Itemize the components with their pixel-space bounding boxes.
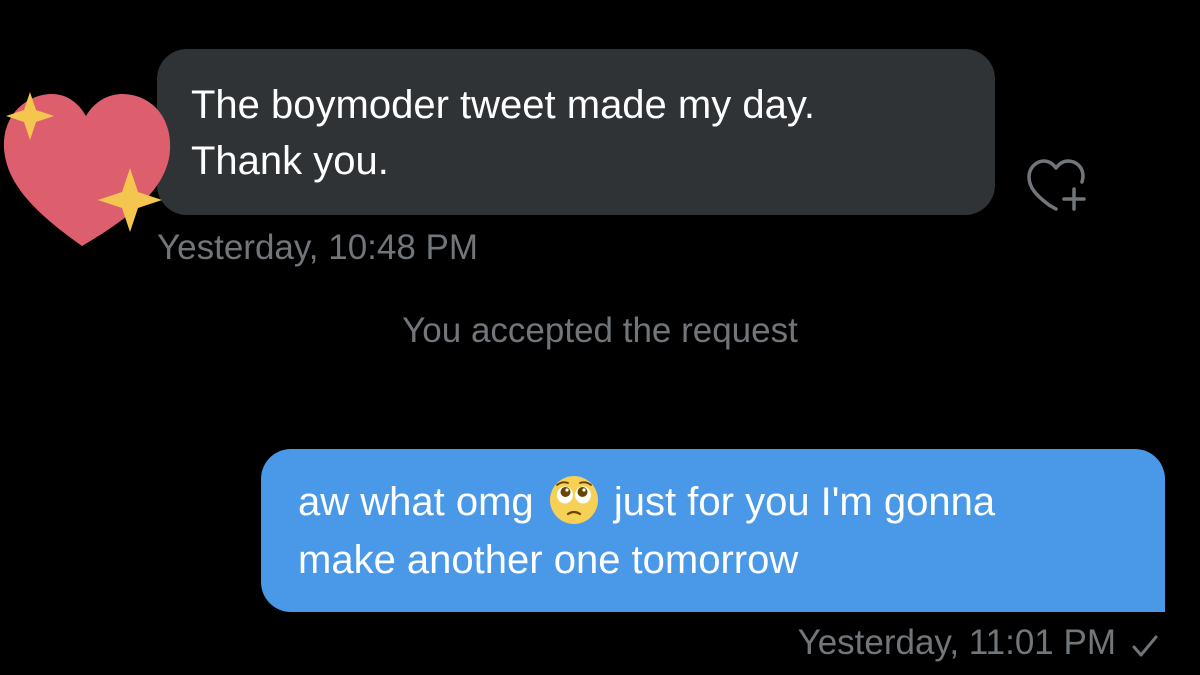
sent-message-text-before-emoji: aw what omg [298, 480, 534, 524]
check-icon [1132, 635, 1158, 657]
sent-message-line-2: make another one tomorrow [298, 538, 799, 582]
sparkling-heart-reaction-icon[interactable] [0, 86, 175, 251]
received-message-bubble[interactable]: The boymoder tweet made my day. Thank yo… [157, 49, 995, 215]
received-message-line-1: The boymoder tweet made my day. [191, 83, 815, 127]
received-message-line-2: Thank you. [191, 139, 389, 183]
request-accepted-note: You accepted the request [402, 311, 798, 350]
sent-message-line-1: aw what omg just for you I'm gonna [298, 473, 1165, 531]
received-message-timestamp: Yesterday, 10:48 PM [157, 228, 479, 267]
sent-message-timestamp: Yesterday, 11:01 PM [797, 623, 1116, 662]
sent-message-bubble[interactable]: aw what omg just for you I'm gonna make … [261, 449, 1165, 612]
sent-message-meta: Yesterday, 11:01 PM [798, 623, 1160, 663]
pleading-face-emoji-icon [549, 476, 598, 524]
heart-plus-icon[interactable] [1025, 153, 1091, 213]
sent-message-text-after-emoji: just for you I'm gonna [613, 480, 996, 524]
